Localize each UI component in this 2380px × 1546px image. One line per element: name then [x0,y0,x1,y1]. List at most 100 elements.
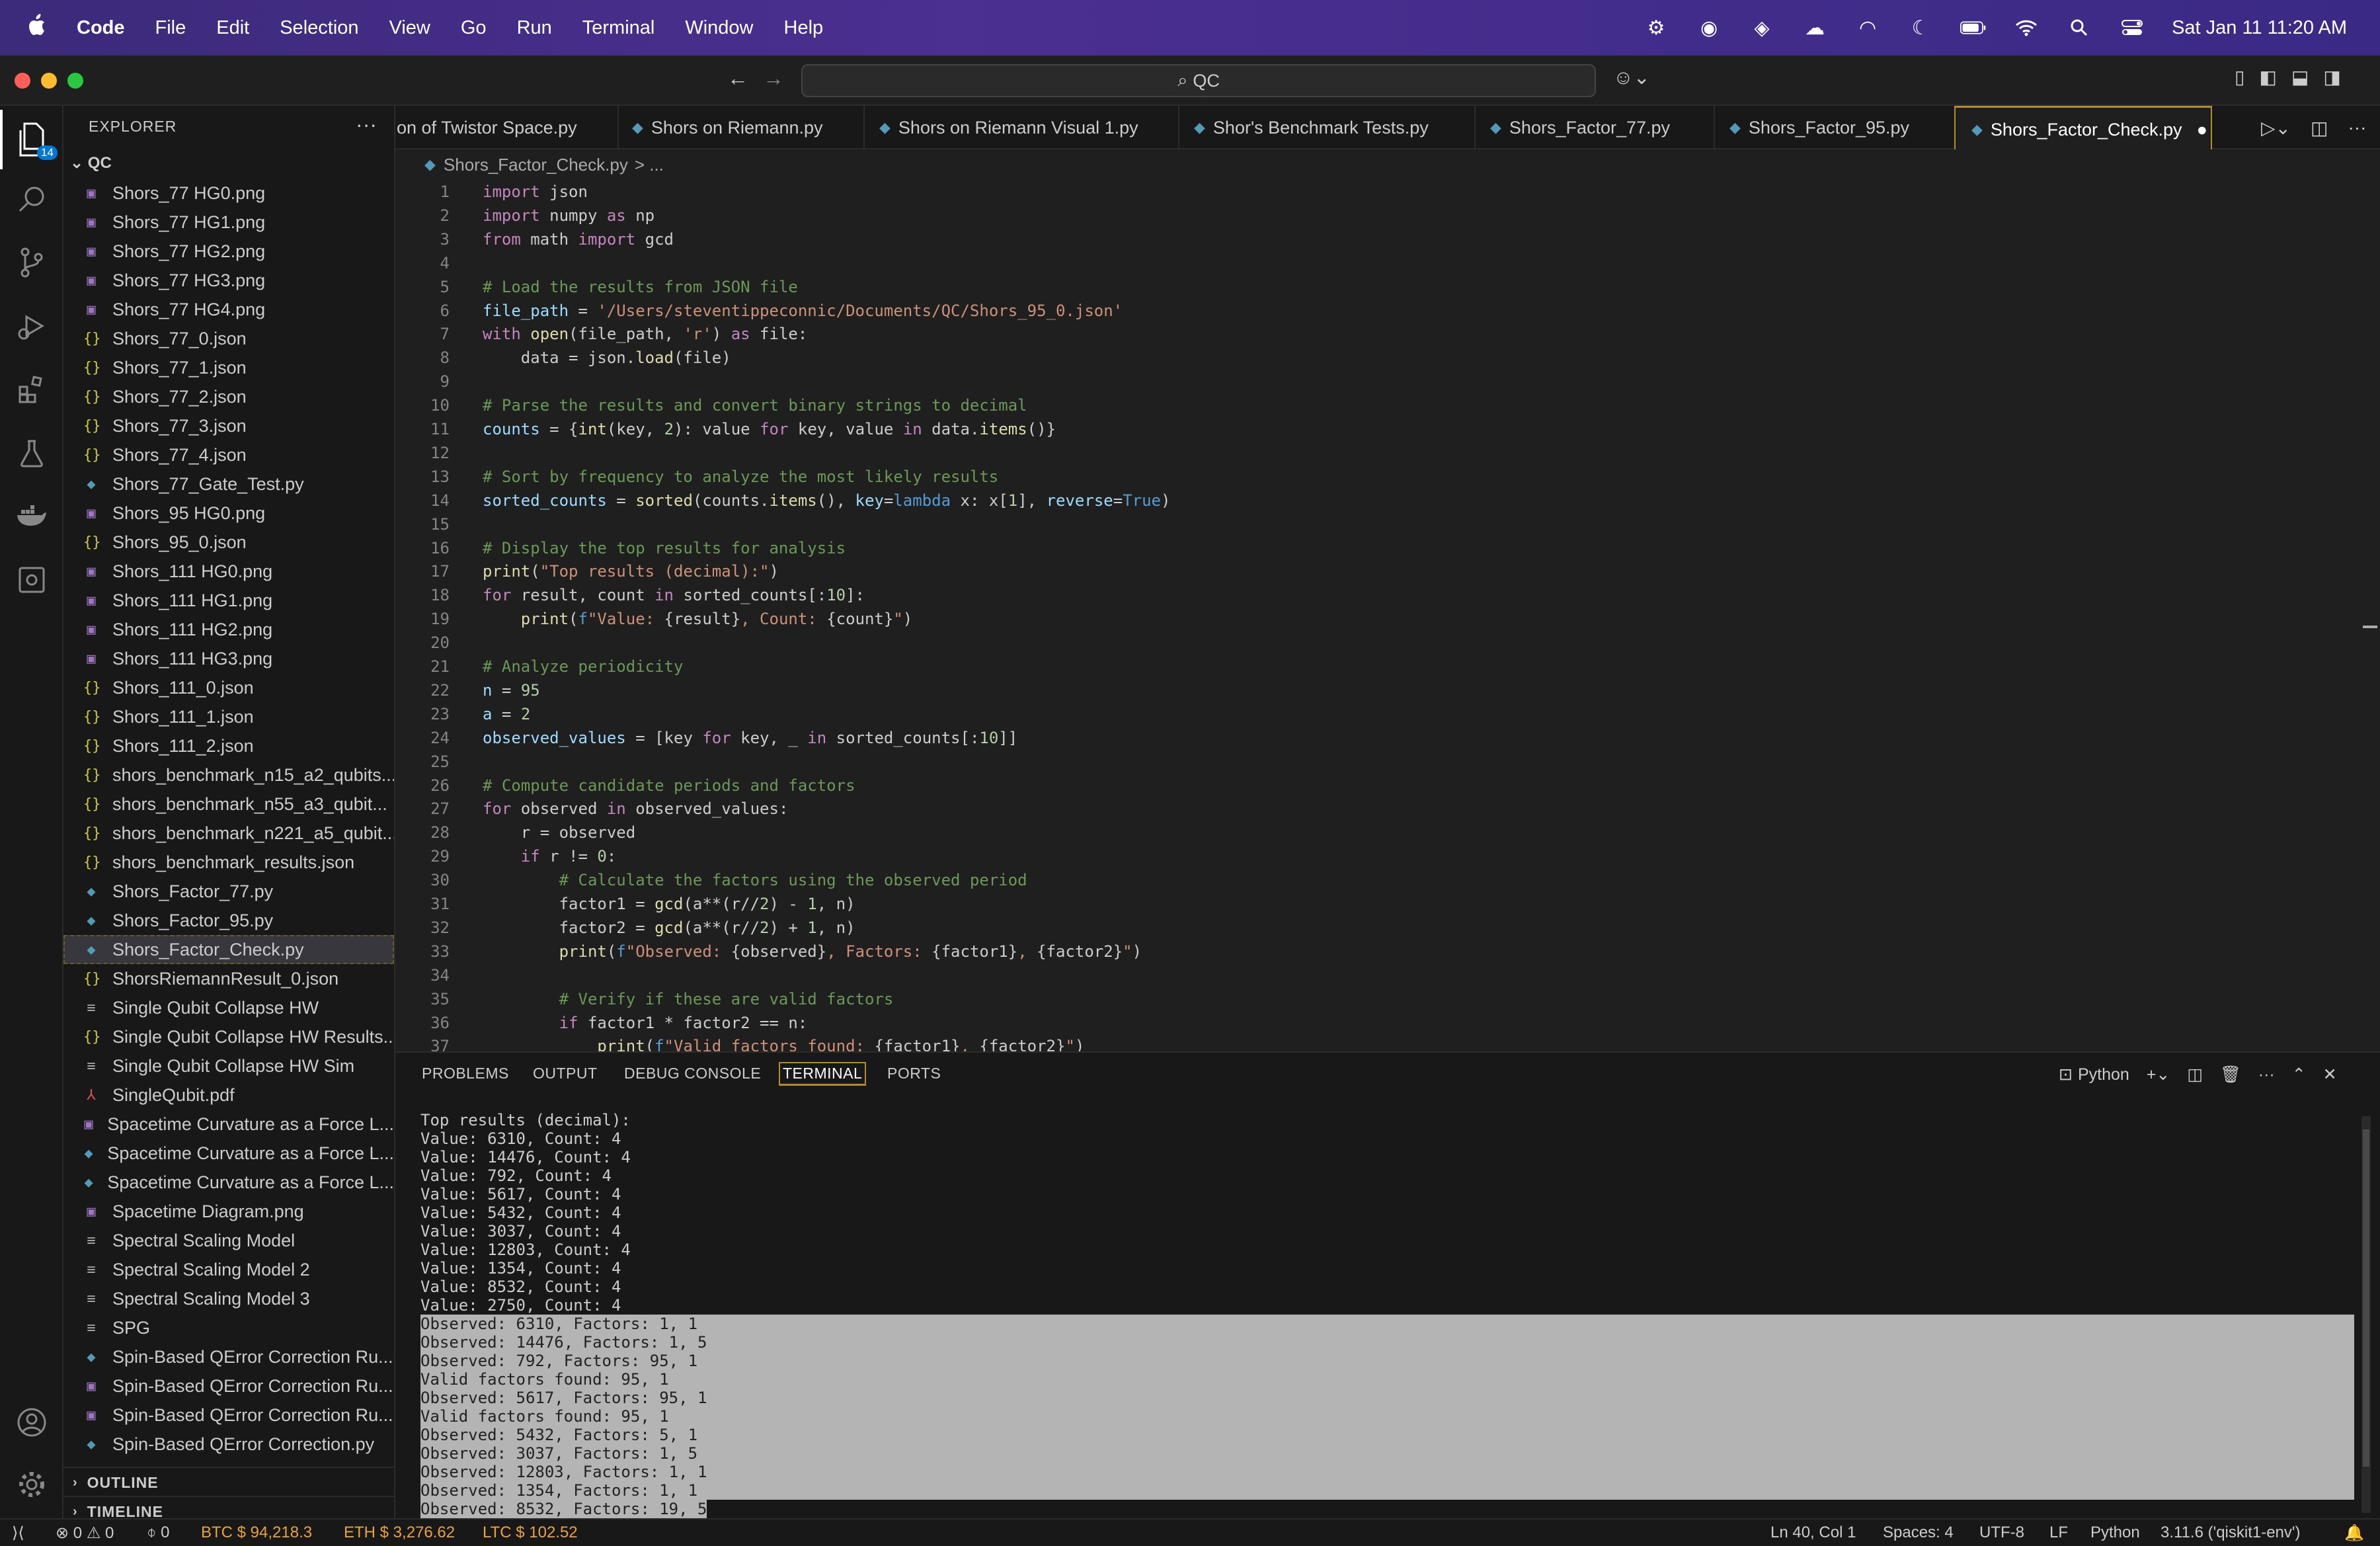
gear-badge-icon[interactable]: ⚙ [1643,15,1669,41]
search-icon[interactable] [0,169,63,229]
toggle-secondary-sidebar-icon[interactable]: ◨ [2323,66,2340,88]
editor-tab[interactable]: ◆ Shors on Riemann Visual 1.py [863,106,1179,149]
toggle-sidebar-icon[interactable]: ▯ [2235,66,2244,88]
more-actions-icon[interactable]: ··· [2348,117,2366,138]
file-tree-item[interactable]: {} Shors_77_4.json [63,440,394,469]
battery-icon[interactable] [1960,15,1987,41]
menu-view[interactable]: View [389,17,430,39]
file-tree-item[interactable]: ≡ Spectral Scaling Model 2 [63,1255,394,1284]
file-tree-item[interactable]: ≡ Single Qubit Collapse HW [63,993,394,1022]
file-tree-item[interactable]: ▣ Shors_111 HG1.png [63,586,394,615]
file-tree-item[interactable]: {} shors_benchmark_n15_a2_qubits... [63,760,394,790]
editor-tab[interactable]: ◆ Shors_Factor_77.py [1474,106,1715,149]
menu-window[interactable]: Window [685,17,753,39]
close-panel-icon[interactable]: ✕ [2323,1065,2337,1084]
settings-gear-icon[interactable] [0,1455,63,1514]
code-line[interactable]: a = 2 [483,705,530,723]
command-center-search[interactable]: ⌕ QC [801,64,1596,97]
code-line[interactable]: factor1 = gcd(a**(r//2) - 1, n) [483,895,855,913]
editor-tab[interactable]: ◆ Shor's Benchmark Tests.py [1178,106,1476,149]
menu-run[interactable]: Run [517,17,552,39]
code-line[interactable]: for result, count in sorted_counts[:10]: [483,586,865,604]
apple-logo-icon[interactable] [26,13,60,42]
menu-go[interactable]: Go [461,17,487,39]
file-tree-item[interactable]: ▣ Spacetime Diagram.png [63,1197,394,1226]
code-line[interactable]: sorted_counts = sorted(counts.items(), k… [483,491,1170,510]
maximize-panel-chevron-up-icon[interactable]: ⌃ [2292,1065,2306,1084]
terminal-scrollbar[interactable] [2361,1116,2371,1513]
menu-edit[interactable]: Edit [216,17,249,39]
code-line[interactable]: import numpy as np [483,206,654,225]
tab-debug-console[interactable]: DEBUG CONSOLE [624,1065,761,1082]
code-line[interactable]: print("Top results (decimal):") [483,562,779,581]
unsaved-dot-icon[interactable]: ● [2197,120,2207,140]
file-tree-item[interactable]: ◆ Spin-Based QError Correction.py [63,1430,394,1459]
minimize-window-button[interactable] [41,73,57,89]
terminal-output[interactable]: Top results (decimal): Value: 6310, Count… [420,1111,2354,1518]
back-arrow-icon[interactable]: ← [727,66,748,91]
kill-terminal-trash-icon[interactable]: 🗑 [2220,1065,2241,1084]
toggle-panel-icon[interactable]: ⬓ [2291,66,2309,88]
code-line[interactable]: for observed in observed_values: [483,799,788,818]
file-tree-item[interactable]: ≡ Spectral Scaling Model 3 [63,1284,394,1313]
file-tree-item[interactable]: {} shors_benchmark_n55_a3_qubit... [63,790,394,819]
remote-explorer-icon[interactable] [0,550,63,610]
file-tree-item[interactable]: {} shors_benchmark_n221_a5_qubit... [63,819,394,848]
code-line[interactable]: data = json.load(file) [483,348,731,367]
language-mode[interactable]: Python [2090,1524,2140,1542]
menu-help[interactable]: Help [784,17,824,39]
editor-tab[interactable]: ◆ Shors_Factor_Check.py ● [1954,106,2212,153]
file-tree-item[interactable]: ▣ Spacetime Curvature as a Force L... [63,1110,394,1139]
code-line[interactable]: # Compute candidate periods and factors [483,776,855,795]
code-line[interactable]: # Parse the results and convert binary s… [483,396,1027,415]
file-tree-item[interactable]: ▣ Shors_77 HG0.png [63,179,394,208]
file-tree-item[interactable]: {} Shors_77_3.json [63,411,394,440]
file-tree-item[interactable]: {} Shors_111_0.json [63,673,394,702]
extensions-icon[interactable] [0,360,63,419]
file-tree-item[interactable]: ▣ Shors_111 HG2.png [63,615,394,644]
problems-status[interactable]: ⊗ 0 ⚠ 0 [56,1524,114,1543]
eth-price[interactable]: ETH $ 3,276.62 [344,1524,455,1542]
code-line[interactable]: from math import gcd [483,230,674,249]
airdrop-icon[interactable]: ◠ [1854,15,1881,41]
toggle-primary-sidebar-icon[interactable]: ◧ [2259,66,2276,88]
file-tree-item[interactable]: ◆ Spacetime Curvature as a Force L... [63,1168,394,1197]
file-tree-item[interactable]: {} Shors_77_2.json [63,382,394,411]
breadcrumb-file[interactable]: Shors_Factor_Check.py [444,155,628,175]
file-tree-item[interactable]: ◆ Shors_77_Gate_Test.py [63,469,394,499]
terminal-shell-name[interactable]: Python [2078,1065,2129,1084]
menubar-clock[interactable]: Sat Jan 11 11:20 AM [2172,17,2347,39]
file-tree-item[interactable]: {} Shors_111_2.json [63,731,394,760]
code-line[interactable]: print(f"Observed: {observed}, Factors: {… [483,942,1142,961]
btc-price[interactable]: BTC $ 94,218.3 [201,1524,312,1542]
new-terminal-icon[interactable]: +⌄ [2147,1065,2170,1084]
code-line[interactable]: if r != 0: [483,847,617,866]
notifications-bell-icon[interactable]: 🔔 [2344,1524,2364,1543]
zoom-window-button[interactable] [67,73,83,89]
accounts-icon[interactable] [0,1393,63,1452]
ltc-price[interactable]: LTC $ 102.52 [483,1524,578,1542]
control-center-icon[interactable] [2119,15,2145,41]
code-line[interactable]: factor2 = gcd(a**(r//2) + 1, n) [483,918,855,937]
file-tree-item[interactable]: {} Single Qubit Collapse HW Results... [63,1022,394,1051]
file-tree-item[interactable]: {} Shors_77_1.json [63,353,394,382]
code-line[interactable]: with open(file_path, 'r') as file: [483,325,807,343]
code-line[interactable]: r = observed [483,823,635,842]
copilot-icon[interactable]: ☺⌄ [1613,66,1650,89]
code-editor[interactable]: 1 import json 2 import numpy as np 3 from mat… [395,180,2380,1051]
file-tree-item[interactable]: ◆ Shors_Factor_77.py [63,877,394,906]
remote-indicator-icon[interactable]: ⟩⟨ [12,1524,24,1543]
code-line[interactable]: file_path = '/Users/steventippeconnic/Do… [483,302,1123,320]
file-tree-item[interactable]: ▣ Shors_111 HG0.png [63,557,394,586]
code-line[interactable]: # Calculate the factors using the observ… [483,871,1027,889]
copilot-status-icon[interactable]: ◉ [1696,15,1722,41]
file-tree-item[interactable]: {} Shors_111_1.json [63,702,394,731]
code-line[interactable]: # Load the results from JSON file [483,278,798,296]
run-debug-icon[interactable] [0,296,63,356]
code-line[interactable]: # Display the top results for analysis [483,539,846,557]
forward-arrow-icon[interactable]: → [763,66,784,91]
code-line[interactable]: # Sort by frequency to analyze the most … [483,468,998,486]
indentation[interactable]: Spaces: 4 [1883,1524,1954,1542]
run-python-icon[interactable]: ▷⌄ [2261,117,2291,139]
python-interpreter[interactable]: 3.11.6 ('qiskit1-env') [2161,1524,2300,1542]
